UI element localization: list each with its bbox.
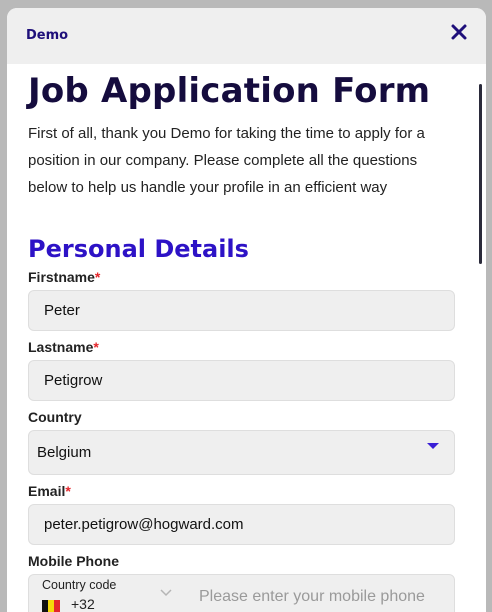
chevron-down-icon[interactable] — [160, 589, 172, 597]
close-button[interactable] — [450, 23, 468, 41]
country-label: Country — [28, 409, 82, 425]
country-group: Country Belgium — [28, 408, 455, 475]
required-mark: * — [94, 269, 101, 285]
required-mark: * — [65, 483, 71, 499]
form-heading: Job Application Form — [28, 71, 431, 111]
application-modal: Demo Job Application Form First of all, … — [7, 8, 486, 612]
email-field[interactable]: peter.petigrow@hogward.com — [28, 504, 455, 545]
form-intro: First of all, thank you Demo for taking … — [28, 125, 425, 196]
section-title: Personal Details — [28, 235, 249, 263]
lastname-field[interactable]: Petigrow — [28, 360, 455, 401]
mobile-group: Mobile Phone Country code +32 Please ent… — [28, 552, 455, 612]
country-code-label: Country code — [42, 578, 117, 592]
required-mark: * — [93, 339, 99, 355]
email-group: Email* peter.petigrow@hogward.com — [28, 482, 455, 545]
close-icon — [451, 24, 467, 40]
mobile-phone-row: Country code +32 Please enter your mobil… — [28, 574, 455, 612]
firstname-field[interactable]: Peter — [28, 290, 455, 331]
modal-header: Demo — [7, 8, 486, 64]
mobile-phone-input[interactable]: Please enter your mobile phone — [199, 588, 425, 606]
country-select[interactable]: Belgium — [28, 430, 455, 475]
country-code-value[interactable]: +32 — [71, 596, 95, 612]
country-value: Belgium — [37, 444, 92, 461]
belgium-flag-icon — [42, 600, 60, 612]
form-content: Job Application Form First of all, thank… — [7, 64, 486, 612]
lastname-group: Lastname* Petigrow — [28, 338, 455, 401]
scrollbar[interactable] — [479, 84, 482, 264]
email-label: Email* — [28, 483, 71, 499]
firstname-group: Firstname* Peter — [28, 268, 455, 331]
mobile-label: Mobile Phone — [28, 553, 119, 569]
lastname-label: Lastname* — [28, 339, 99, 355]
caret-down-icon — [427, 443, 439, 449]
firstname-label: Firstname* — [28, 269, 101, 285]
modal-title: Demo — [26, 28, 69, 43]
